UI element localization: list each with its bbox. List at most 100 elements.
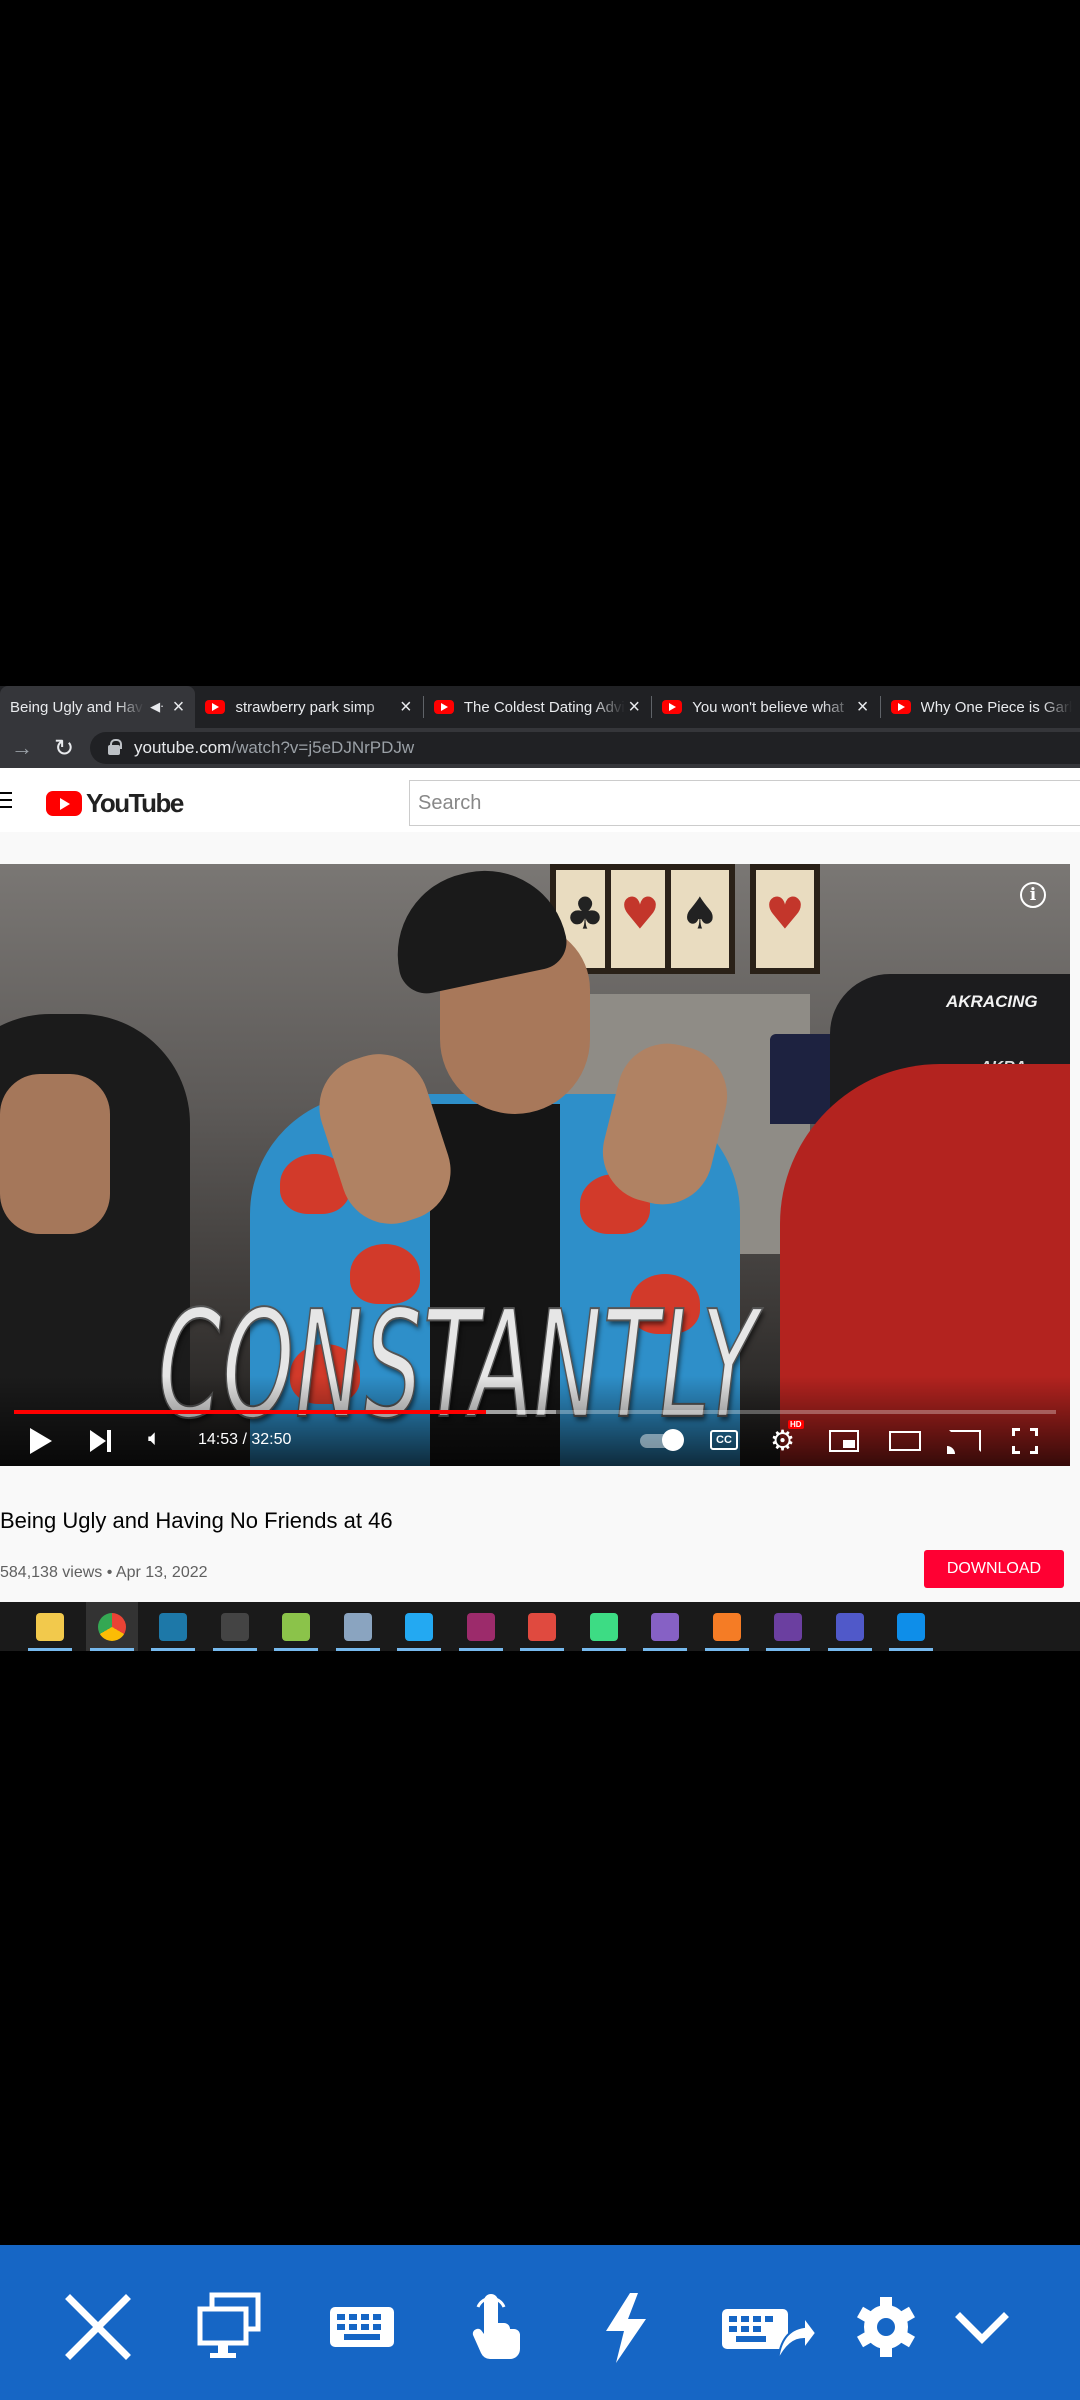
taskbar-running-indicator [458,1648,503,1651]
fullscreen-icon[interactable] [1012,1428,1038,1454]
taskbar-running-indicator [704,1648,749,1651]
taskbar-running-indicator [212,1648,257,1651]
taskbar-file-explorer-icon[interactable] [24,1602,76,1651]
tab-one-piece[interactable]: Why One Piece is Garbage [881,686,1080,728]
player-controls: 🔈︎ 14:53 / 32:50 CC ⚙ HD [0,1376,1070,1466]
youtube-favicon-icon [890,700,911,714]
tab-you-wont-believe[interactable]: You won't believe what × [652,686,879,728]
reload-icon[interactable]: ↻ [44,734,84,763]
chair-brand-text: AKRACING [946,992,1038,1011]
tab-close-icon[interactable]: × [397,696,415,719]
youtube-play-logo-icon [46,791,82,816]
app-gray-icon [343,1612,372,1641]
remote-control-toolbar [0,2245,1080,2400]
taskbar-vscode-icon[interactable] [393,1602,445,1651]
taskbar-running-indicator [581,1648,626,1651]
terminal-icon [220,1612,249,1641]
taskbar-running-indicator [274,1648,318,1651]
visual-studio-icon [651,1612,679,1641]
info-icon[interactable]: i [1020,882,1046,908]
taskbar-visual-studio-icon[interactable] [639,1602,691,1651]
close-icon[interactable] [58,2287,138,2367]
taskbar-running-indicator [335,1648,380,1651]
taskbar-chrome-icon[interactable] [85,1602,138,1651]
taskbar-android-studio-icon[interactable] [578,1602,630,1651]
heart-suit-icon: ♥ [765,888,805,940]
miniplayer-icon[interactable] [829,1430,859,1452]
search-input[interactable]: Search [409,780,1080,826]
taskbar-running-indicator [827,1648,872,1651]
remote-desktop-view[interactable]: Being Ugly and Having No Friends at 46 ◀… [0,686,1080,1651]
youtube-favicon-icon [662,700,683,714]
lightning-icon[interactable] [586,2287,666,2367]
taskbar-running-indicator [151,1648,195,1651]
progress-bar[interactable] [14,1410,1056,1414]
next-icon[interactable] [90,1429,114,1453]
app-orange-icon [712,1612,741,1641]
taskbar-app-orange-icon[interactable] [701,1602,753,1651]
taskbar-running-indicator [397,1648,441,1651]
download-button[interactable]: DOWNLOAD [924,1550,1064,1588]
hd-badge: HD [788,1420,804,1429]
tab-title: The Coldest Dating Advice [463,698,626,716]
screen: Being Ugly and Having No Friends at 46 ◀… [0,0,1080,2400]
keyboard-send-icon[interactable] [718,2287,818,2367]
taskbar-app-purple-gear-icon[interactable] [455,1602,507,1651]
person-left-face [0,1074,110,1234]
taskbar-running-indicator [766,1648,810,1651]
url-path: /watch?v=j5eDJNrPDJw [231,738,415,757]
theater-mode-icon[interactable] [889,1431,921,1451]
youtube-favicon-icon [433,700,454,714]
tab-close-icon[interactable]: × [625,696,643,719]
taskbar-running-indicator [643,1648,687,1651]
taskbar-running-indicator [28,1648,72,1651]
cast-icon[interactable] [947,1430,981,1454]
tab-close-icon[interactable]: × [169,696,187,719]
youtube-page: YouTube Search ♣ ♥ ♠ ♥ AKRACING AKRA [0,768,1080,1588]
browser-tab-strip: Being Ugly and Having No Friends at 46 ◀… [0,686,1080,728]
app-purple-terminal-icon [774,1612,802,1641]
monitor-icon[interactable] [190,2287,270,2367]
keyboard-icon[interactable] [322,2287,402,2367]
youtube-wordmark: YouTube [86,788,184,818]
taskbar-app-purple-terminal-icon[interactable] [762,1602,814,1651]
video-title: Being Ugly and Having No Friends at 46 [0,1508,393,1533]
browser-toolbar: → ↻ youtube.com/watch?v=j5eDJNrPDJw [0,728,1080,768]
tab-coldest-dating[interactable]: The Coldest Dating Advice × [424,686,651,728]
gear-icon[interactable] [846,2287,926,2367]
youtube-header: YouTube Search [0,768,1080,832]
youtube-logo[interactable]: YouTube [46,788,184,819]
play-icon[interactable] [30,1428,52,1454]
taskbar-app-gray-icon[interactable] [332,1602,384,1651]
forward-icon[interactable]: → [0,735,44,761]
taskbar-running-indicator [520,1648,564,1651]
teams-icon [835,1612,864,1641]
touch-icon[interactable] [454,2287,534,2367]
video-meta: 584,138 views • Apr 13, 2022 [0,1564,208,1581]
subtitles-icon[interactable]: CC [710,1430,738,1450]
notepad-plus-icon [282,1612,310,1641]
tab-close-icon[interactable]: × [854,696,872,719]
taskbar-teams-icon[interactable] [824,1602,876,1651]
taskbar-app-red-tools-icon[interactable] [516,1602,568,1651]
tab-audio-icon[interactable]: ◀ᐧ [150,699,163,715]
taskbar-terminal-icon[interactable] [209,1602,261,1651]
tab-strawberry-park[interactable]: strawberry park simp × [195,686,422,728]
lock-icon [108,739,122,755]
taskbar-running-indicator [89,1648,134,1651]
chevron-down-icon[interactable] [942,2287,1022,2367]
taskbar-app-blue-panel-icon[interactable] [147,1602,199,1651]
taskbar-teamviewer-icon[interactable] [885,1602,937,1651]
autoplay-toggle[interactable] [640,1429,684,1451]
club-suit-icon: ♣ [565,888,605,940]
volume-icon[interactable]: 🔈︎ [148,1426,161,1451]
taskbar-running-indicator [889,1648,933,1651]
wall-art: ♣ ♥ ♠ ♥ [550,864,870,994]
taskbar-notepad-plus-icon[interactable] [270,1602,322,1651]
tab-being-ugly[interactable]: Being Ugly and Having No Friends at 46 ◀… [0,686,196,728]
video-player[interactable]: ♣ ♥ ♠ ♥ AKRACING AKRA [0,864,1070,1466]
address-bar[interactable]: youtube.com/watch?v=j5eDJNrPDJw [90,732,1080,764]
tab-title: Why One Piece is Garbage [920,698,1072,716]
menu-icon[interactable] [0,792,12,813]
progress-played [14,1410,487,1414]
